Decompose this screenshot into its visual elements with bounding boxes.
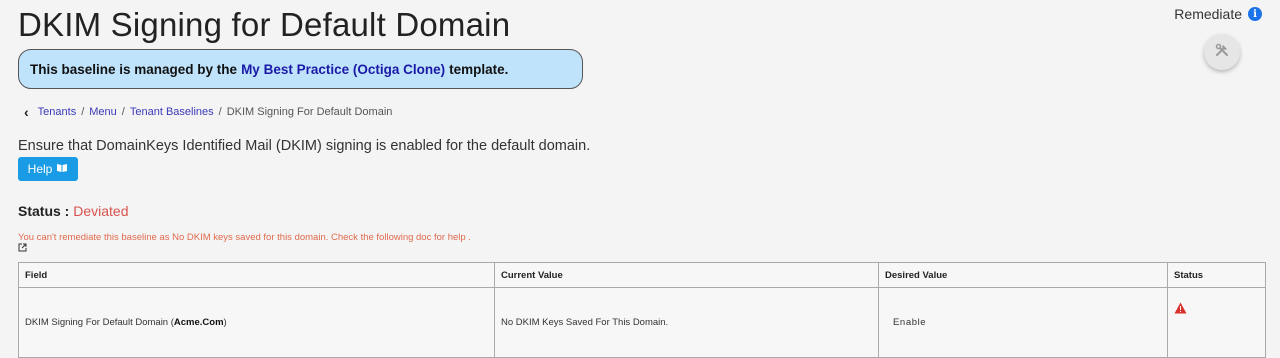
cell-current-value: No DKIM Keys Saved For This Domain.: [494, 287, 879, 358]
header-desired-value: Desired Value: [878, 262, 1168, 288]
banner-prefix: This baseline is managed by the: [30, 61, 238, 77]
status-label: Status :: [18, 203, 70, 219]
cell-field: DKIM Signing For Default Domain (Acme.Co…: [18, 287, 495, 358]
table-row: DKIM Signing For Default Domain (Acme.Co…: [18, 287, 1266, 358]
remediate-header: Remediate i: [1174, 6, 1262, 22]
external-link-icon[interactable]: [18, 243, 27, 254]
status-line: Status : Deviated: [18, 203, 129, 219]
banner-suffix: template.: [449, 61, 509, 77]
breadcrumb-separator: /: [218, 106, 222, 118]
cell-desired-value: Enable: [878, 287, 1168, 358]
warning-icon: [1174, 302, 1187, 317]
breadcrumb-separator: /: [81, 106, 85, 118]
breadcrumb: ‹ Tenants / Menu / Tenant Baselines / DK…: [24, 104, 392, 120]
header-status: Status: [1167, 262, 1266, 288]
header-current-value: Current Value: [494, 262, 879, 288]
book-icon: [56, 162, 68, 176]
breadcrumb-tenant-baselines[interactable]: Tenant Baselines: [130, 106, 214, 118]
breadcrumb-current: DKIM Signing For Default Domain: [226, 106, 393, 118]
baseline-table: Field Current Value Desired Value Status…: [18, 262, 1266, 358]
help-label: Help: [27, 162, 53, 176]
template-banner: This baseline is managed by the My Best …: [18, 49, 583, 89]
chevron-left-icon[interactable]: ‹: [24, 104, 29, 120]
field-text: DKIM Signing For Default Domain (: [25, 317, 174, 328]
cell-status: [1167, 287, 1266, 358]
template-link[interactable]: My Best Practice (Octiga Clone): [241, 62, 445, 77]
page-title: DKIM Signing for Default Domain: [18, 6, 511, 43]
info-icon[interactable]: i: [1248, 7, 1262, 21]
field-domain: Acme.Com: [173, 317, 224, 328]
status-value: Deviated: [73, 203, 129, 219]
tools-icon: [1214, 42, 1230, 63]
remediation-warning: You can't remediate this baseline as No …: [18, 232, 471, 243]
breadcrumb-menu[interactable]: Menu: [89, 106, 117, 118]
field-suffix: ): [223, 317, 227, 328]
breadcrumb-separator: /: [121, 106, 125, 118]
table-header-row: Field Current Value Desired Value Status: [18, 262, 1266, 288]
help-button[interactable]: Help: [18, 157, 78, 181]
remediate-button[interactable]: [1204, 34, 1240, 70]
remediate-label: Remediate: [1174, 6, 1242, 22]
breadcrumb-tenants[interactable]: Tenants: [38, 106, 77, 118]
header-field: Field: [18, 262, 495, 288]
baseline-description: Ensure that DomainKeys Identified Mail (…: [18, 138, 591, 154]
